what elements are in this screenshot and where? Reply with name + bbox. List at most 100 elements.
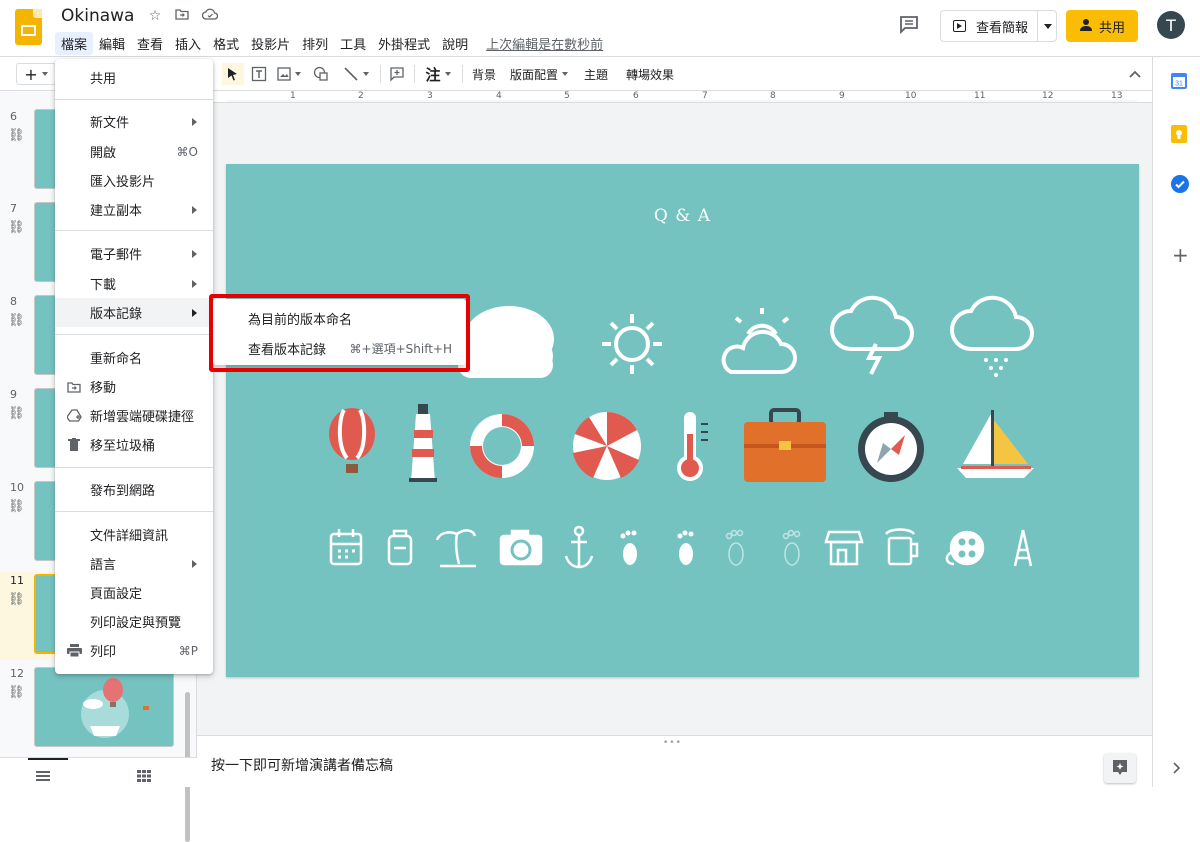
print-icon bbox=[66, 643, 82, 659]
film-reel-icon bbox=[945, 530, 985, 566]
menu-item-trash[interactable]: 移至垃圾桶 bbox=[55, 430, 213, 459]
link-icon: ⛓ bbox=[8, 685, 25, 700]
shape-icon[interactable] bbox=[310, 63, 332, 85]
slides-logo-icon[interactable] bbox=[15, 9, 42, 45]
submenu-arrow-icon bbox=[192, 279, 197, 288]
background-button[interactable]: 背景 bbox=[468, 63, 500, 85]
link-icon: ⛓ bbox=[8, 592, 25, 607]
partly-cloudy-icon bbox=[721, 308, 797, 374]
slide-thumbnail[interactable] bbox=[34, 667, 174, 747]
eiffel-tower-icon bbox=[1013, 529, 1033, 567]
document-title[interactable]: Okinawa bbox=[61, 6, 134, 26]
cloud-status-icon[interactable] bbox=[201, 8, 219, 24]
menu-item-download[interactable]: 下載 bbox=[55, 269, 213, 298]
menu-item-version-history[interactable]: 版本記錄 bbox=[55, 298, 213, 327]
menu-arrange[interactable]: 排列 bbox=[296, 32, 334, 55]
add-addon-icon[interactable]: + bbox=[1172, 243, 1189, 267]
menu-file[interactable]: 檔案 bbox=[55, 31, 94, 55]
cloud-icon bbox=[458, 306, 554, 378]
menu-item-email[interactable]: 電子郵件 bbox=[55, 239, 213, 268]
theme-button[interactable]: 主題 bbox=[580, 63, 612, 85]
share-button[interactable]: 共用 bbox=[1066, 10, 1138, 42]
link-icon: ⛓ bbox=[8, 313, 25, 328]
menu-item-share[interactable]: 共用 bbox=[55, 63, 213, 92]
menu-tools[interactable]: 工具 bbox=[334, 32, 372, 55]
explore-button[interactable] bbox=[1104, 753, 1136, 783]
lighthouse-icon bbox=[409, 404, 437, 482]
image-insert-icon[interactable] bbox=[274, 63, 304, 85]
keep-addon-icon[interactable] bbox=[1171, 125, 1187, 147]
comments-button[interactable] bbox=[898, 14, 926, 38]
sun-icon bbox=[602, 314, 662, 374]
menu-item-publish-web[interactable]: 發布到網路 bbox=[55, 475, 213, 504]
menu-item-page-setup[interactable]: 頁面設定 bbox=[55, 578, 213, 607]
menu-item-move[interactable]: 移動 bbox=[55, 372, 213, 401]
menu-item-make-copy[interactable]: 建立副本 bbox=[55, 195, 213, 224]
layout-dropdown[interactable]: 版面配置 bbox=[508, 63, 570, 85]
menu-item-add-shortcut[interactable]: 新增雲端硬碟捷徑 bbox=[55, 401, 213, 430]
menu-item-rename[interactable]: 重新命名 bbox=[55, 343, 213, 372]
menu-item-print-settings[interactable]: 列印設定與預覽 bbox=[55, 607, 213, 636]
account-avatar[interactable]: T bbox=[1157, 11, 1185, 39]
move-folder-icon[interactable] bbox=[173, 8, 191, 24]
submenu-arrow-icon bbox=[192, 559, 197, 568]
thumbnail-preview bbox=[81, 678, 149, 738]
tasks-addon-icon[interactable] bbox=[1171, 175, 1189, 197]
present-options-dropdown[interactable] bbox=[1044, 24, 1052, 29]
expand-panel-icon[interactable] bbox=[1173, 759, 1181, 778]
trash-icon bbox=[66, 437, 82, 453]
luggage-icon bbox=[387, 529, 413, 566]
comment-history-icon bbox=[900, 16, 918, 35]
beach-umbrella-icon bbox=[573, 412, 641, 480]
menu-help[interactable]: 說明 bbox=[436, 32, 474, 55]
filmstrip-view-bar bbox=[0, 757, 197, 787]
sailboat-icon bbox=[957, 410, 1034, 478]
menu-slide[interactable]: 投影片 bbox=[245, 32, 296, 55]
grid-view-icon[interactable] bbox=[137, 767, 151, 786]
lifebuoy-icon bbox=[470, 414, 534, 478]
resize-handle[interactable]: ••• bbox=[663, 738, 682, 748]
add-comment-icon[interactable] bbox=[386, 63, 408, 85]
menu-edit[interactable]: 編輯 bbox=[93, 32, 131, 55]
menu-item-import-slides[interactable]: 匯入投影片 bbox=[55, 166, 213, 195]
text-box-icon[interactable] bbox=[248, 63, 270, 85]
explore-icon bbox=[1113, 760, 1127, 775]
menu-item-new[interactable]: 新文件 bbox=[55, 107, 213, 136]
line-tool-icon[interactable] bbox=[338, 63, 374, 85]
menu-item-print[interactable]: 列印 ⌘P bbox=[55, 636, 213, 665]
thermometer-icon bbox=[677, 412, 708, 481]
menu-addons[interactable]: 外掛程式 bbox=[372, 32, 436, 55]
link-icon: ⛓ bbox=[8, 128, 25, 143]
menu-insert[interactable]: 插入 bbox=[169, 32, 207, 55]
submenu-arrow-icon bbox=[192, 205, 197, 214]
calendar-addon-icon[interactable]: 31 bbox=[1171, 73, 1187, 93]
text-style-dropdown[interactable]: 注 bbox=[420, 63, 456, 85]
menu-item-language[interactable]: 語言 bbox=[55, 549, 213, 578]
compass-icon bbox=[858, 412, 924, 482]
speaker-notes-placeholder[interactable]: 按一下即可新增演講者備忘稿 bbox=[211, 755, 393, 775]
speaker-notes[interactable]: 按一下即可新增演講者備忘稿 ••• bbox=[197, 735, 1152, 787]
menu-item-name-version[interactable]: 為目前的版本命名 bbox=[213, 304, 466, 333]
side-panel: 31 + bbox=[1152, 57, 1200, 787]
last-edit-link[interactable]: 上次編輯是在數秒前 bbox=[486, 34, 603, 53]
select-tool-icon[interactable] bbox=[222, 63, 244, 85]
suitcase-icon bbox=[744, 408, 826, 482]
slide-canvas[interactable]: Q & A bbox=[226, 164, 1139, 677]
move-folder-icon bbox=[66, 379, 82, 395]
menu-item-open[interactable]: 開啟 ⌘O bbox=[55, 137, 213, 166]
star-icon[interactable]: ☆ bbox=[146, 8, 164, 24]
menu-format[interactable]: 格式 bbox=[207, 32, 245, 55]
transition-button[interactable]: 轉場效果 bbox=[622, 63, 678, 85]
submenu-arrow-icon bbox=[192, 117, 197, 126]
present-button[interactable]: 查看簡報 bbox=[940, 10, 1057, 42]
menu-view[interactable]: 查看 bbox=[131, 32, 169, 55]
menu-item-see-version-history[interactable]: 查看版本記錄 ⌘+選項+Shift+H bbox=[213, 334, 466, 363]
lock-icon bbox=[1079, 18, 1093, 35]
collapse-toolbar-icon[interactable] bbox=[1124, 63, 1146, 85]
menu-item-details[interactable]: 文件詳細資訊 bbox=[55, 520, 213, 549]
new-slide-button[interactable]: + bbox=[16, 63, 56, 85]
shop-icon bbox=[824, 530, 864, 566]
filmstrip-view-icon[interactable] bbox=[36, 767, 50, 786]
present-label: 查看簡報 bbox=[976, 20, 1029, 36]
footprint-icon bbox=[620, 530, 694, 565]
